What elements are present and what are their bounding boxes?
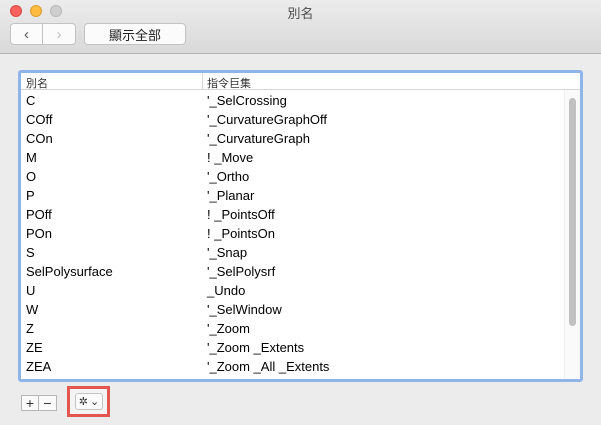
alias-cell: COff	[26, 112, 53, 127]
macro-cell: '_SelCrossing	[207, 93, 287, 108]
table-body: C '_SelCrossing COff '_CurvatureGraphOff COn…	[21, 90, 564, 379]
alias-cell: ZE	[26, 340, 43, 355]
alias-cell: P	[26, 188, 35, 203]
remove-alias-button[interactable]: −	[39, 396, 56, 410]
macro-cell: '_Snap	[207, 245, 248, 260]
alias-cell: S	[26, 245, 35, 260]
alias-cell: O	[26, 169, 37, 184]
macro-cell: '_SelWindow	[207, 302, 282, 317]
alias-cell: Z	[26, 321, 34, 336]
alias-cell: POn	[26, 226, 53, 241]
macro-cell: '_CurvatureGraphOff	[207, 112, 328, 127]
column-header-macro[interactable]: 指令巨集	[207, 75, 251, 91]
show-all-button[interactable]: 顯示全部	[84, 23, 186, 45]
table-row[interactable]: SelPolysurface '_SelPolysrf	[21, 261, 564, 280]
macro-cell: '_CurvatureGraph	[207, 131, 310, 146]
chevron-left-icon: ‹	[24, 25, 29, 43]
column-header-alias[interactable]: 別名	[26, 75, 48, 91]
add-remove-control: + −	[21, 395, 57, 411]
macro-cell: ! _Move	[207, 150, 254, 165]
table-row[interactable]: U _Undo	[21, 280, 564, 299]
macro-cell: '_Planar	[207, 188, 255, 203]
macro-cell: ! _PointsOff	[207, 207, 275, 222]
alias-cell: M	[26, 150, 37, 165]
chevron-right-icon: ›	[56, 25, 62, 43]
chevron-down-icon: ⌄	[90, 396, 100, 408]
alias-cell: U	[26, 283, 36, 298]
alias-table[interactable]: 別名 指令巨集 C '_SelCrossing COff '_CurvatureGra…	[18, 70, 583, 382]
alias-cell: W	[26, 302, 39, 317]
macro-cell: ! _PointsOn	[207, 226, 275, 241]
table-row[interactable]: W '_SelWindow	[21, 299, 564, 318]
macro-cell: '_Zoom _All _Extents	[207, 359, 330, 374]
gear-icon: ✲	[78, 396, 88, 408]
table-row[interactable]: M ! _Move	[21, 147, 564, 166]
macro-cell: '_SelPolysrf	[207, 264, 276, 279]
vertical-scrollbar[interactable]	[564, 90, 580, 379]
alias-window: 別名 ‹ › 顯示全部 別名 指令巨集 C '_SelCrossing COff '_…	[0, 0, 601, 425]
alias-cell: ZEA	[26, 359, 52, 374]
column-divider[interactable]	[202, 73, 203, 90]
table-row[interactable]: Z '_Zoom	[21, 318, 564, 337]
table-row[interactable]: COn '_CurvatureGraph	[21, 128, 564, 147]
macro-cell: '_Zoom	[207, 321, 250, 336]
table-row[interactable]: COff '_CurvatureGraphOff	[21, 109, 564, 128]
add-alias-button[interactable]: +	[22, 396, 39, 410]
table-row[interactable]: ZE '_Zoom _Extents	[21, 337, 564, 356]
forward-button[interactable]: ›	[43, 24, 75, 44]
table-header: 別名 指令巨集	[21, 73, 580, 90]
macro-cell: _Undo	[207, 283, 246, 298]
macro-cell: '_Zoom _Extents	[207, 340, 305, 355]
alias-cell: COn	[26, 131, 53, 146]
table-row[interactable]: POn ! _PointsOn	[21, 223, 564, 242]
alias-cell: POff	[26, 207, 52, 222]
navigation-group: ‹ ›	[10, 23, 76, 45]
macro-cell: '_Ortho	[207, 169, 250, 184]
titlebar: 別名 ‹ › 顯示全部	[0, 0, 601, 54]
table-row[interactable]: S '_Snap	[21, 242, 564, 261]
table-row[interactable]: P '_Planar	[21, 185, 564, 204]
table-row[interactable]: POff ! _PointsOff	[21, 204, 564, 223]
table-row[interactable]: ZEA '_Zoom _All _Extents	[21, 356, 564, 375]
window-title: 別名	[287, 6, 314, 21]
highlight-box: ✲ ⌄	[67, 386, 110, 417]
table-row[interactable]: O '_Ortho	[21, 166, 564, 185]
scrollbar-thumb[interactable]	[569, 98, 576, 326]
action-menu-button[interactable]: ✲ ⌄	[75, 393, 103, 410]
alias-cell: C	[26, 93, 36, 108]
alias-cell: SelPolysurface	[26, 264, 113, 279]
table-row[interactable]: C '_SelCrossing	[21, 90, 564, 109]
back-button[interactable]: ‹	[11, 24, 44, 44]
